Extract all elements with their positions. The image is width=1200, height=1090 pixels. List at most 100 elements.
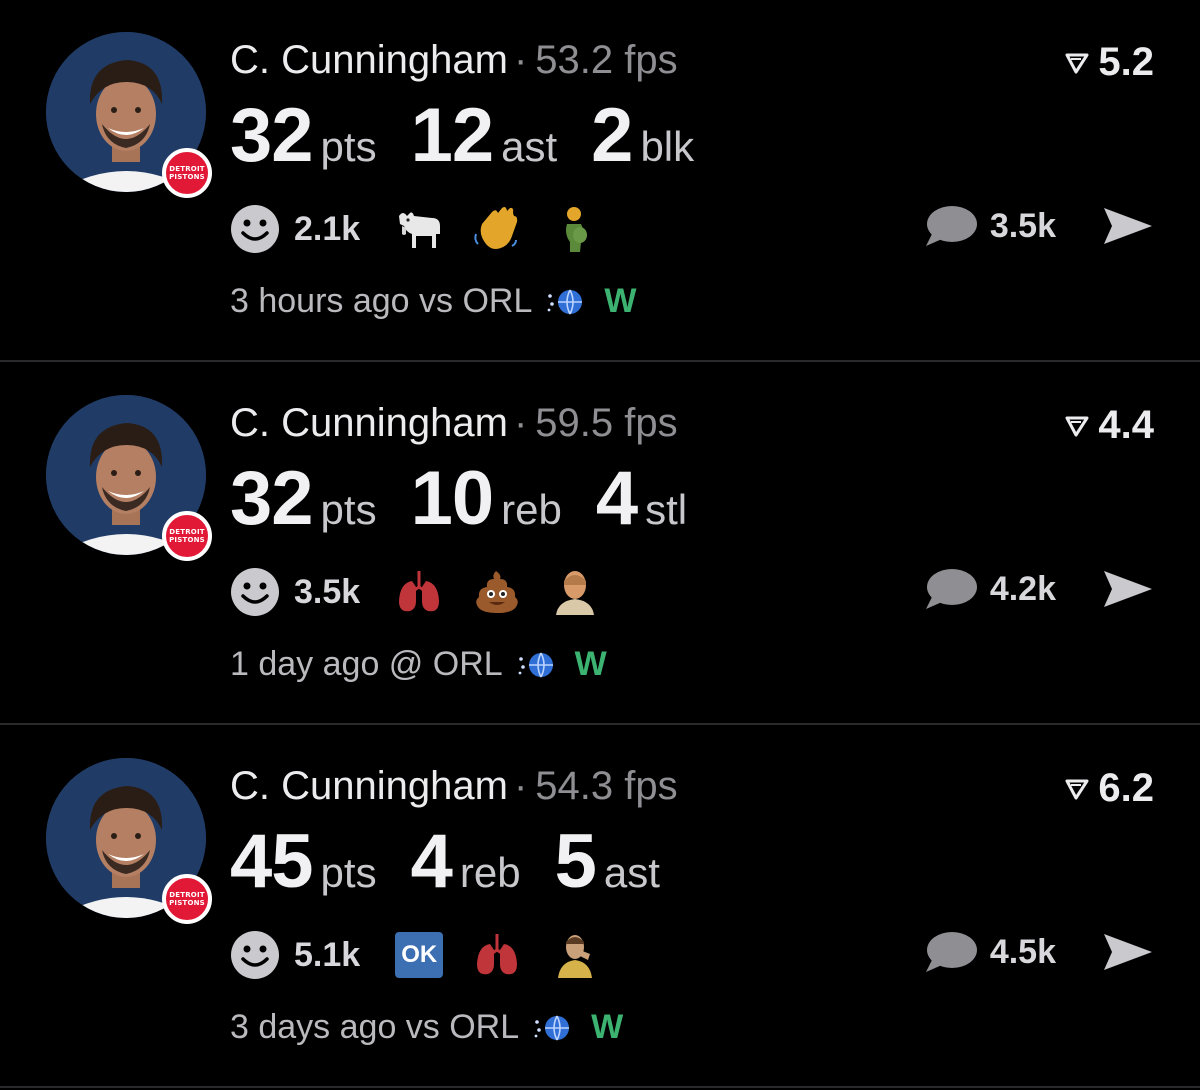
separator-dot: · <box>513 38 528 82</box>
lungs-emoji[interactable] <box>472 930 522 980</box>
player-sticker[interactable] <box>550 930 600 980</box>
stat-unit: ast <box>603 849 660 896</box>
game-result: W <box>574 645 607 683</box>
post-card[interactable]: DETROIT PISTONS C. Cunningham · 53.2 fps 5… <box>0 0 1200 362</box>
stat-unit: reb <box>459 849 521 896</box>
basketball-icon <box>518 652 553 677</box>
rating-icon <box>1065 779 1089 799</box>
person-sticker[interactable] <box>550 567 600 617</box>
basketball-icon <box>534 1015 570 1040</box>
rating-value: 5.2 <box>1098 40 1154 84</box>
game-result: W <box>604 282 637 320</box>
rating[interactable]: 5.2 <box>1064 40 1154 85</box>
reaction-count[interactable]: 5.1k <box>294 936 360 975</box>
comments[interactable]: 3.5k <box>924 204 1154 248</box>
stat: 4 stl <box>596 455 687 542</box>
stat-value: 4 <box>410 819 453 904</box>
comments[interactable]: 4.5k <box>924 930 1154 974</box>
stat-unit: pts <box>320 486 377 533</box>
smiley-react-icon[interactable] <box>230 930 280 980</box>
divider <box>0 723 1200 725</box>
stat-unit: stl <box>645 486 688 533</box>
reaction-count[interactable]: 2.1k <box>294 210 360 249</box>
stat-unit: blk <box>640 123 695 170</box>
stat: 12 ast <box>411 92 558 179</box>
pregnant-person-emoji[interactable] <box>550 204 600 254</box>
comment-icon <box>925 569 977 609</box>
game-info[interactable]: 1 day ago @ ORL W <box>230 645 607 684</box>
comment-count: 4.5k <box>989 932 1056 971</box>
game-info[interactable]: 3 days ago vs ORL W <box>230 1008 623 1047</box>
stat-value: 45 <box>230 819 314 904</box>
stat: 32 pts <box>230 455 377 542</box>
separator-dot: · <box>513 764 528 808</box>
comment-count: 3.5k <box>989 206 1056 245</box>
fantasy-points: 59.5 fps <box>535 401 678 445</box>
rating[interactable]: 4.4 <box>1064 403 1154 448</box>
game-info[interactable]: 3 hours ago vs ORL W <box>230 282 636 321</box>
stat-value: 32 <box>230 456 314 541</box>
stat-unit: pts <box>320 849 377 896</box>
ok-button-emoji[interactable]: OK <box>394 930 444 980</box>
stat: 32 pts <box>230 92 377 179</box>
lungs-emoji[interactable] <box>394 567 444 617</box>
stat-line: 32 pts 12 ast 2 blk <box>230 92 728 179</box>
stat-value: 10 <box>410 456 495 541</box>
game-result: W <box>591 1008 624 1046</box>
smiley-react-icon[interactable] <box>230 567 280 617</box>
fantasy-points: 53.2 fps <box>535 38 678 82</box>
player-name[interactable]: C. Cunningham <box>230 764 508 808</box>
share-icon[interactable] <box>1102 206 1154 246</box>
stat-line: 32 pts 10 reb 4 stl <box>230 455 721 542</box>
rating-icon <box>1065 53 1089 73</box>
post-card[interactable]: DETROIT PISTONS C. Cunningham · 54.3 fps 6… <box>0 726 1200 1088</box>
share-icon[interactable] <box>1102 569 1154 609</box>
team-logo: DETROIT PISTONS <box>162 148 212 198</box>
goat-emoji[interactable] <box>394 204 444 254</box>
stat-value: 12 <box>410 93 495 178</box>
post-title: C. Cunningham · 54.3 fps <box>230 764 678 809</box>
stat-unit: pts <box>320 123 377 170</box>
comment-count: 4.2k <box>989 569 1056 608</box>
stat: 2 blk <box>591 92 694 179</box>
team-logo: DETROIT PISTONS <box>162 874 212 924</box>
post-title: C. Cunningham · 53.2 fps <box>230 38 678 83</box>
stat-line: 45 pts 4 reb 5 ast <box>230 818 694 905</box>
stat: 10 reb <box>411 455 562 542</box>
reactions-bar: 3.5k <box>230 567 628 617</box>
stat: 5 ast <box>555 818 660 905</box>
game-time: 1 day ago @ ORL <box>230 645 503 683</box>
stat: 45 pts <box>230 818 377 905</box>
team-logo-text: DETROIT PISTONS <box>169 891 205 907</box>
rating-value: 4.4 <box>1098 403 1154 447</box>
team-logo-text: DETROIT PISTONS <box>169 165 205 181</box>
share-icon[interactable] <box>1102 932 1154 972</box>
post-card[interactable]: DETROIT PISTONS C. Cunningham · 59.5 fps 4… <box>0 363 1200 725</box>
poop-emoji[interactable] <box>472 567 522 617</box>
stat: 4 reb <box>411 818 521 905</box>
game-time: 3 days ago vs ORL <box>230 1008 520 1046</box>
feed: DETROIT PISTONS C. Cunningham · 53.2 fps 5… <box>0 0 1200 1090</box>
comment-icon <box>925 206 977 246</box>
fantasy-points: 54.3 fps <box>535 764 678 808</box>
team-logo: DETROIT PISTONS <box>162 511 212 561</box>
post-title: C. Cunningham · 59.5 fps <box>230 401 678 446</box>
player-name[interactable]: C. Cunningham <box>230 401 508 445</box>
reaction-count[interactable]: 3.5k <box>294 573 360 612</box>
rating-value: 6.2 <box>1098 766 1154 810</box>
player-avatar[interactable]: DETROIT PISTONS <box>46 758 212 924</box>
stat-unit: reb <box>501 486 562 533</box>
comments[interactable]: 4.2k <box>924 567 1154 611</box>
player-name[interactable]: C. Cunningham <box>230 38 508 82</box>
player-avatar[interactable]: DETROIT PISTONS <box>46 395 212 561</box>
smiley-react-icon[interactable] <box>230 204 280 254</box>
rating[interactable]: 6.2 <box>1064 766 1154 811</box>
waving-hand-emoji[interactable] <box>472 204 522 254</box>
player-avatar[interactable]: DETROIT PISTONS <box>46 32 212 198</box>
stat-value: 32 <box>230 93 314 178</box>
rating-icon <box>1065 416 1089 436</box>
separator-dot: · <box>513 401 528 445</box>
team-logo-text: DETROIT PISTONS <box>169 528 205 544</box>
divider <box>0 1086 1200 1088</box>
stat-value: 5 <box>554 819 597 904</box>
